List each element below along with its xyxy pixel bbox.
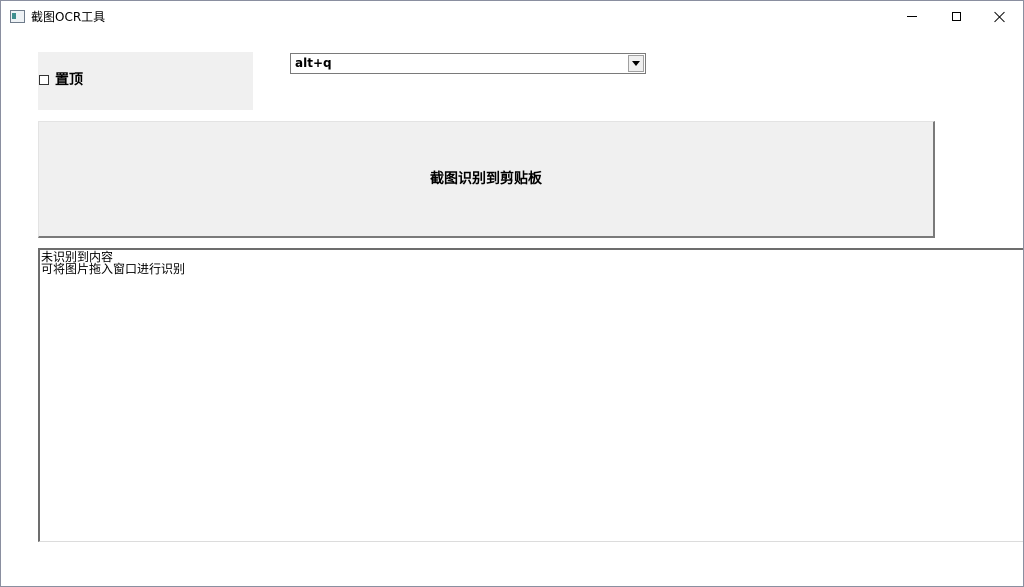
close-button[interactable] [977, 1, 1023, 32]
pin-label[interactable]: 置顶 [55, 71, 83, 89]
app-window: 截图OCR工具 置顶 alt+q 截图识别到剪贴板 未识别到内容 可将图片拖入窗… [0, 0, 1024, 587]
result-textarea[interactable]: 未识别到内容 可将图片拖入窗口进行识别 [38, 248, 1023, 542]
close-icon [994, 11, 1006, 23]
app-window-icon [10, 10, 25, 23]
result-line: 未识别到内容 [41, 250, 114, 264]
pin-panel: 置顶 [38, 52, 253, 110]
minimize-icon [907, 16, 917, 17]
hotkey-dropdown-button[interactable] [628, 55, 644, 72]
hotkey-select[interactable]: alt+q [290, 53, 646, 74]
capture-ocr-button[interactable]: 截图识别到剪贴板 [38, 121, 935, 238]
minimize-button[interactable] [889, 1, 935, 32]
pin-checkbox[interactable] [39, 75, 49, 85]
window-title: 截图OCR工具 [31, 10, 106, 24]
title-bar[interactable]: 截图OCR工具 [1, 1, 1023, 33]
result-line: 可将图片拖入窗口进行识别 [41, 262, 186, 276]
capture-ocr-button-label: 截图识别到剪贴板 [430, 171, 542, 187]
chevron-down-icon [632, 61, 640, 66]
hotkey-selected-value: alt+q [295, 56, 332, 70]
maximize-icon [951, 12, 961, 21]
maximize-button[interactable] [933, 1, 979, 32]
